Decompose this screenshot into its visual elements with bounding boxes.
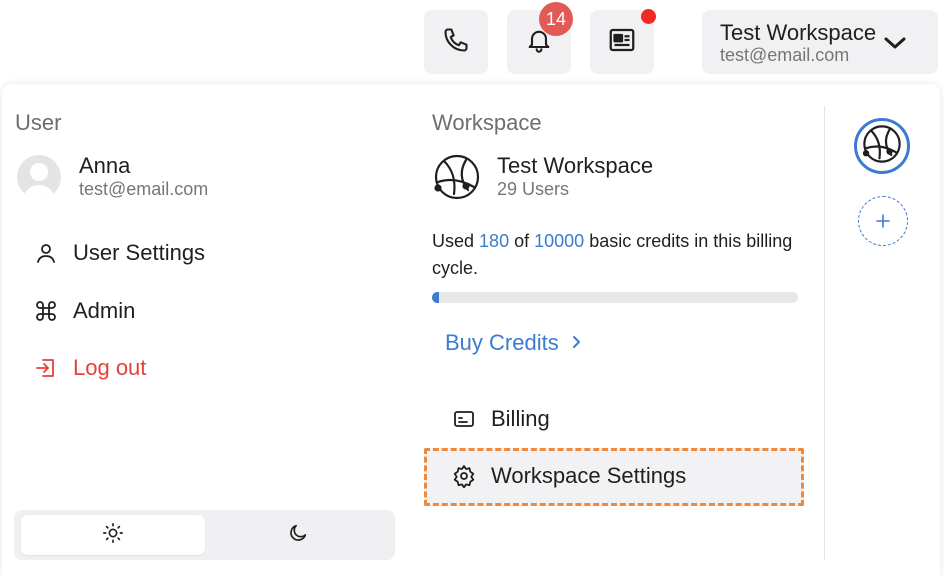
billing-label: Billing [491, 406, 550, 431]
chevron-down-icon [882, 34, 908, 57]
workspace-logo-icon [861, 123, 903, 170]
workspace-section-title: Workspace [432, 110, 542, 135]
user-settings-label: User Settings [73, 240, 206, 265]
billing-item[interactable]: Billing [451, 406, 550, 432]
moon-icon [287, 522, 309, 549]
workspace-settings-item[interactable]: Workspace Settings [424, 448, 804, 506]
notifications-button[interactable]: 14 [507, 2, 573, 74]
workspace-switcher-avatar[interactable] [854, 118, 910, 174]
plus-icon [876, 208, 890, 234]
admin-item[interactable]: Admin [33, 298, 135, 324]
credit-progress-fill [432, 292, 439, 303]
workspace-name: Test Workspace [497, 153, 654, 178]
billing-icon [451, 406, 477, 432]
workspace-settings-content: Workspace Settings [451, 463, 686, 489]
add-workspace-button[interactable] [858, 196, 908, 246]
workspace-logo-icon [432, 152, 482, 207]
phone-button[interactable] [424, 10, 488, 74]
newspaper-icon [607, 25, 637, 60]
user-email: test@email.com [79, 179, 209, 199]
buy-credits-link[interactable]: Buy Credits [445, 330, 581, 356]
user-icon [33, 240, 59, 266]
theme-toggle [14, 510, 395, 560]
rail-divider [824, 106, 825, 560]
sun-icon [102, 522, 124, 549]
admin-label: Admin [73, 298, 136, 323]
logout-icon [33, 355, 59, 381]
news-button[interactable] [590, 9, 656, 74]
workspace-settings-label: Workspace Settings [491, 463, 687, 488]
credits-total: 10000 [534, 231, 585, 251]
unread-dot [641, 9, 656, 24]
logout-label: Log out [73, 355, 147, 380]
buy-credits-label: Buy Credits [445, 330, 559, 355]
command-icon [33, 298, 59, 324]
credits-used: 180 [479, 231, 510, 251]
phone-icon [442, 26, 470, 59]
workspace-user-count: 29 Users [497, 179, 570, 199]
usage-prefix: Used [432, 231, 475, 251]
user-settings-item[interactable]: User Settings [33, 240, 205, 266]
user-name: Anna [79, 153, 131, 178]
credit-usage-text: Used 180 of 10000 basic credits in this … [432, 228, 802, 282]
avatar [17, 155, 61, 199]
notification-count-badge: 14 [539, 2, 573, 36]
chevron-right-icon [571, 330, 581, 356]
gear-icon [451, 463, 477, 489]
dark-theme-button[interactable] [206, 515, 390, 555]
light-theme-button[interactable] [21, 515, 205, 555]
credit-progress-bar [432, 292, 798, 303]
usage-of: of [514, 231, 530, 251]
workspace-selector[interactable]: Test Workspace test@email.com [702, 10, 938, 74]
logout-item[interactable]: Log out [33, 355, 146, 381]
user-section-title: User [15, 110, 62, 135]
